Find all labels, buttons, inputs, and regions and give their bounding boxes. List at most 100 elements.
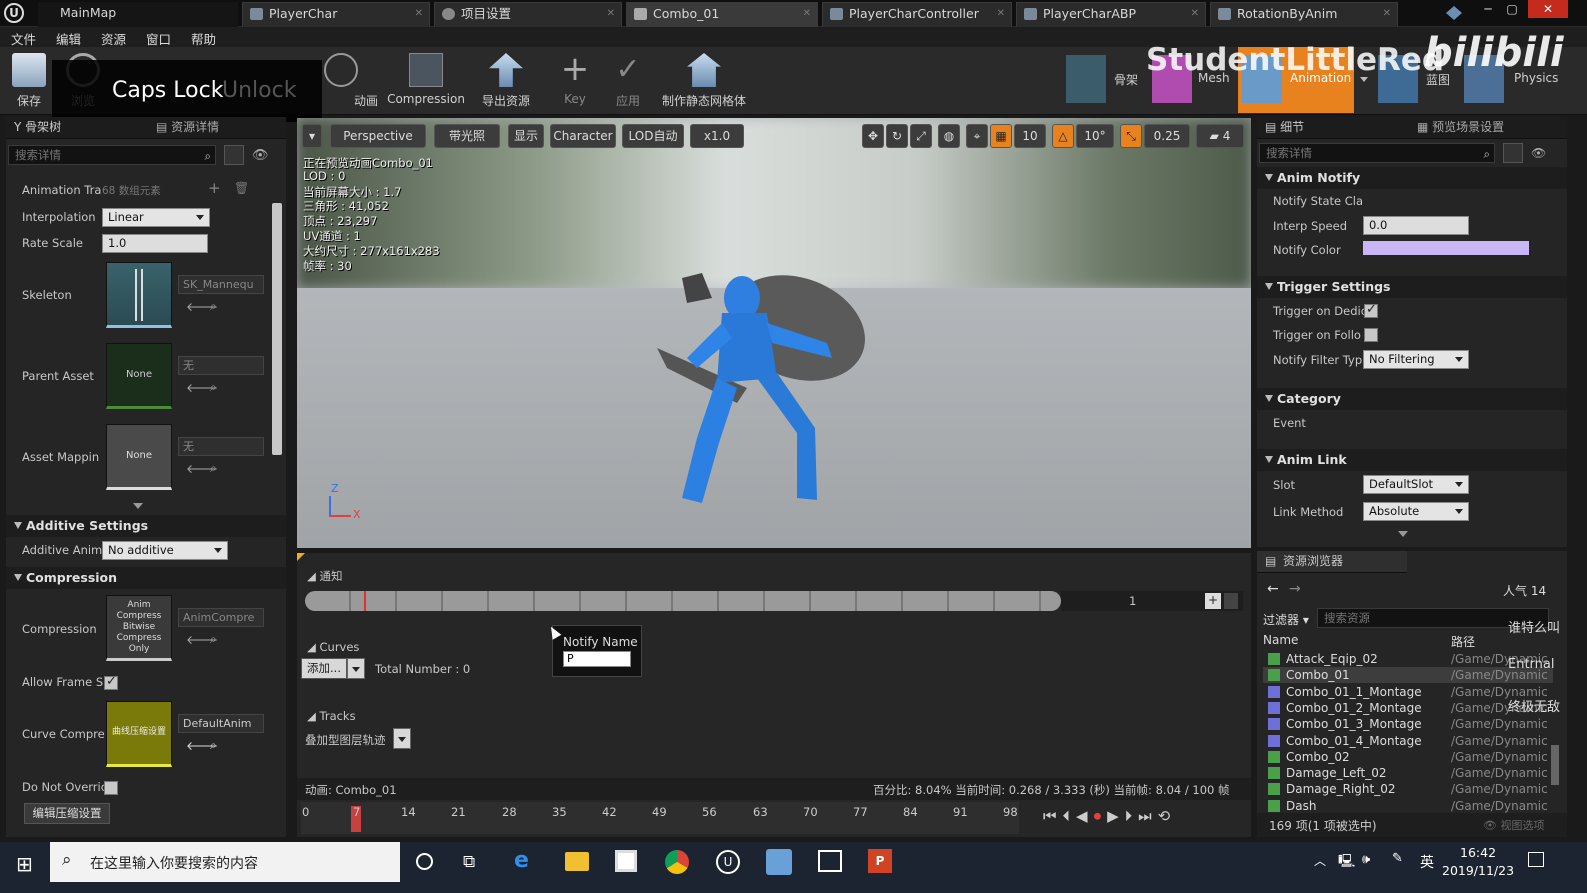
notify-filter-dropdown[interactable]: No Filtering [1363,350,1469,369]
browse-icon[interactable]: ⌕ [210,461,217,476]
view-grid-icon[interactable] [224,145,244,165]
do-not-override-checkbox[interactable] [104,781,118,795]
content-browser-tab[interactable]: ▤ 资源浏览器 [1257,551,1407,573]
unreal-logo-icon[interactable]: U [4,3,24,23]
slot-dropdown[interactable]: DefaultSlot [1363,475,1469,494]
tray-chevron-icon[interactable]: ︿ [1314,852,1326,869]
additive-anim-dropdown[interactable]: No additive [102,541,228,560]
file-explorer-icon[interactable] [565,852,589,871]
notify-track[interactable] [305,591,1061,611]
add-track-button[interactable]: + [1205,593,1221,609]
asset-row[interactable]: Damage_Right_02/Game/Dynamic [1263,781,1553,797]
volume-icon[interactable]: 🕪 [1362,852,1370,867]
show-button[interactable]: 显示 [508,124,544,148]
tab-playerchar[interactable]: PlayerChar ✕ [242,2,430,27]
step-forward-icon[interactable]: ⏵ [1125,807,1139,825]
browse-icon[interactable]: ⌕ [210,738,217,753]
powerpoint-icon[interactable]: P [868,849,892,873]
allow-frame-checkbox[interactable] [104,674,118,690]
compression-thumbnail[interactable]: Anim Compress Bitwise Compress Only [106,595,172,661]
speed-button[interactable]: x1.0 [690,124,744,148]
preview-scene-tab[interactable]: ▦ 预览场景设置 [1417,117,1504,138]
curve-compression-dropdown[interactable]: DefaultAnim [178,714,264,733]
key-button[interactable]: + Key [552,47,598,113]
interpolation-dropdown[interactable]: Linear [102,208,210,227]
make-static-mesh-button[interactable]: 制作静态网格体 [656,47,752,113]
character-button[interactable]: Character [550,124,616,148]
trigger-follower-checkbox[interactable] [1364,328,1378,342]
asset-row[interactable]: Combo_02/Game/Dynamic [1263,749,1553,765]
scale-snap-value[interactable]: 0.25 [1144,124,1190,148]
add-curve-dropdown[interactable] [347,658,365,679]
trash-icon[interactable]: 🗑 [234,181,249,195]
trigger-dedicated-checkbox[interactable] [1364,302,1378,318]
right-search-input[interactable]: 搜索详情 ⌕ [1259,143,1495,163]
world-icon[interactable]: ◍ [938,124,960,148]
grid-snap-icon[interactable]: ▦ [990,124,1012,148]
asset-row[interactable]: Dash/Game/Dynamic [1263,798,1553,814]
close-icon[interactable]: ✕ [997,3,1005,25]
step-back-icon[interactable]: ⏴ [1063,807,1077,825]
name-column-header[interactable]: Name [1263,633,1298,647]
viewport[interactable]: Z X [297,118,1251,548]
notifications-icon[interactable] [1528,852,1544,867]
tab-playercharabp[interactable]: PlayerCharABP ✕ [1016,2,1206,27]
menu-file[interactable]: 文件 [11,29,36,48]
clock-date[interactable]: 2019/11/23 [1442,863,1514,878]
maximize-button[interactable]: ▢ [1502,2,1522,18]
close-icon[interactable]: ✕ [1383,3,1391,25]
rate-scale-input[interactable]: 1.0 [102,234,208,253]
play-icon[interactable]: ▶ [1107,807,1125,825]
windows-start-button[interactable]: ⊞ [16,854,36,874]
close-icon[interactable]: ✕ [1191,3,1199,25]
menu-help[interactable]: 帮助 [191,29,216,48]
compression-button[interactable]: Compression [386,47,466,113]
filter-button[interactable]: 过滤器 ▾ [1263,611,1309,628]
eye-icon[interactable]: 👁 [252,148,269,163]
interp-speed-input[interactable]: 0.0 [1363,216,1469,235]
compression-dropdown[interactable]: AnimCompre [178,608,264,627]
anim-notify-section[interactable]: Anim Notify [1257,167,1567,189]
perspective-button[interactable]: Perspective [330,124,426,148]
tab-mainmap[interactable]: MainMap [38,2,238,27]
tab-rotationbyanim[interactable]: RotationByAnim ✕ [1210,2,1398,27]
forward-arrow-icon[interactable]: → [1289,581,1301,597]
skip-start-icon[interactable]: ⏮ [1043,807,1063,825]
expand-arrow-icon[interactable] [133,503,143,509]
source-control-icon[interactable] [1446,6,1462,20]
scale-icon[interactable]: ⤢ [910,124,932,148]
browse-icon[interactable]: ⌕ [210,299,217,314]
notify-name-input[interactable]: P [563,651,631,667]
left-search-input[interactable]: 搜索详情 ⌕ [8,145,216,165]
loop-icon[interactable]: ⟲ [1158,807,1177,825]
path-column-header[interactable]: 路径 [1451,633,1475,650]
record-icon[interactable]: ⏺ [1094,807,1108,825]
store-icon[interactable] [615,850,637,872]
browse-icon[interactable]: ⌕ [210,380,217,395]
ime-indicator[interactable]: 英 [1420,852,1434,872]
play-reverse-icon[interactable]: ◀ [1076,807,1094,825]
category-section[interactable]: Category [1257,388,1567,410]
clock-time[interactable]: 16:42 [1460,845,1496,860]
rotation-snap-icon[interactable]: △ [1052,124,1074,148]
edge-icon[interactable]: e [514,848,529,873]
anim-link-section[interactable]: Anim Link [1257,449,1567,471]
asset-mapping-thumbnail[interactable]: None [106,424,172,490]
close-icon[interactable]: ✕ [803,3,811,25]
tab-playercharcontroller[interactable]: PlayerCharController ✕ [822,2,1012,27]
menu-asset[interactable]: 资源 [101,29,126,48]
mode-skeleton-button[interactable]: 骨架 [1062,47,1144,113]
skeleton-thumbnail[interactable] [106,262,172,328]
edit-compression-button[interactable]: 编辑压缩设置 [24,803,110,824]
unreal-taskbar-icon[interactable]: U [716,850,740,874]
close-icon[interactable]: ✕ [607,3,615,25]
pen-icon[interactable]: ✎ [1392,851,1403,866]
app-taskbar-icon[interactable] [766,849,792,875]
translate-icon[interactable]: ✥ [862,124,884,148]
menu-edit[interactable]: 编辑 [56,29,81,48]
menu-window[interactable]: 窗口 [146,29,171,48]
tab-combo01[interactable]: Combo_01 ✕ [626,2,818,27]
tab-project-settings[interactable]: 项目设置 ✕ [434,2,622,27]
cortana-icon[interactable] [416,853,433,870]
lit-button[interactable]: 带光照 [434,124,500,148]
